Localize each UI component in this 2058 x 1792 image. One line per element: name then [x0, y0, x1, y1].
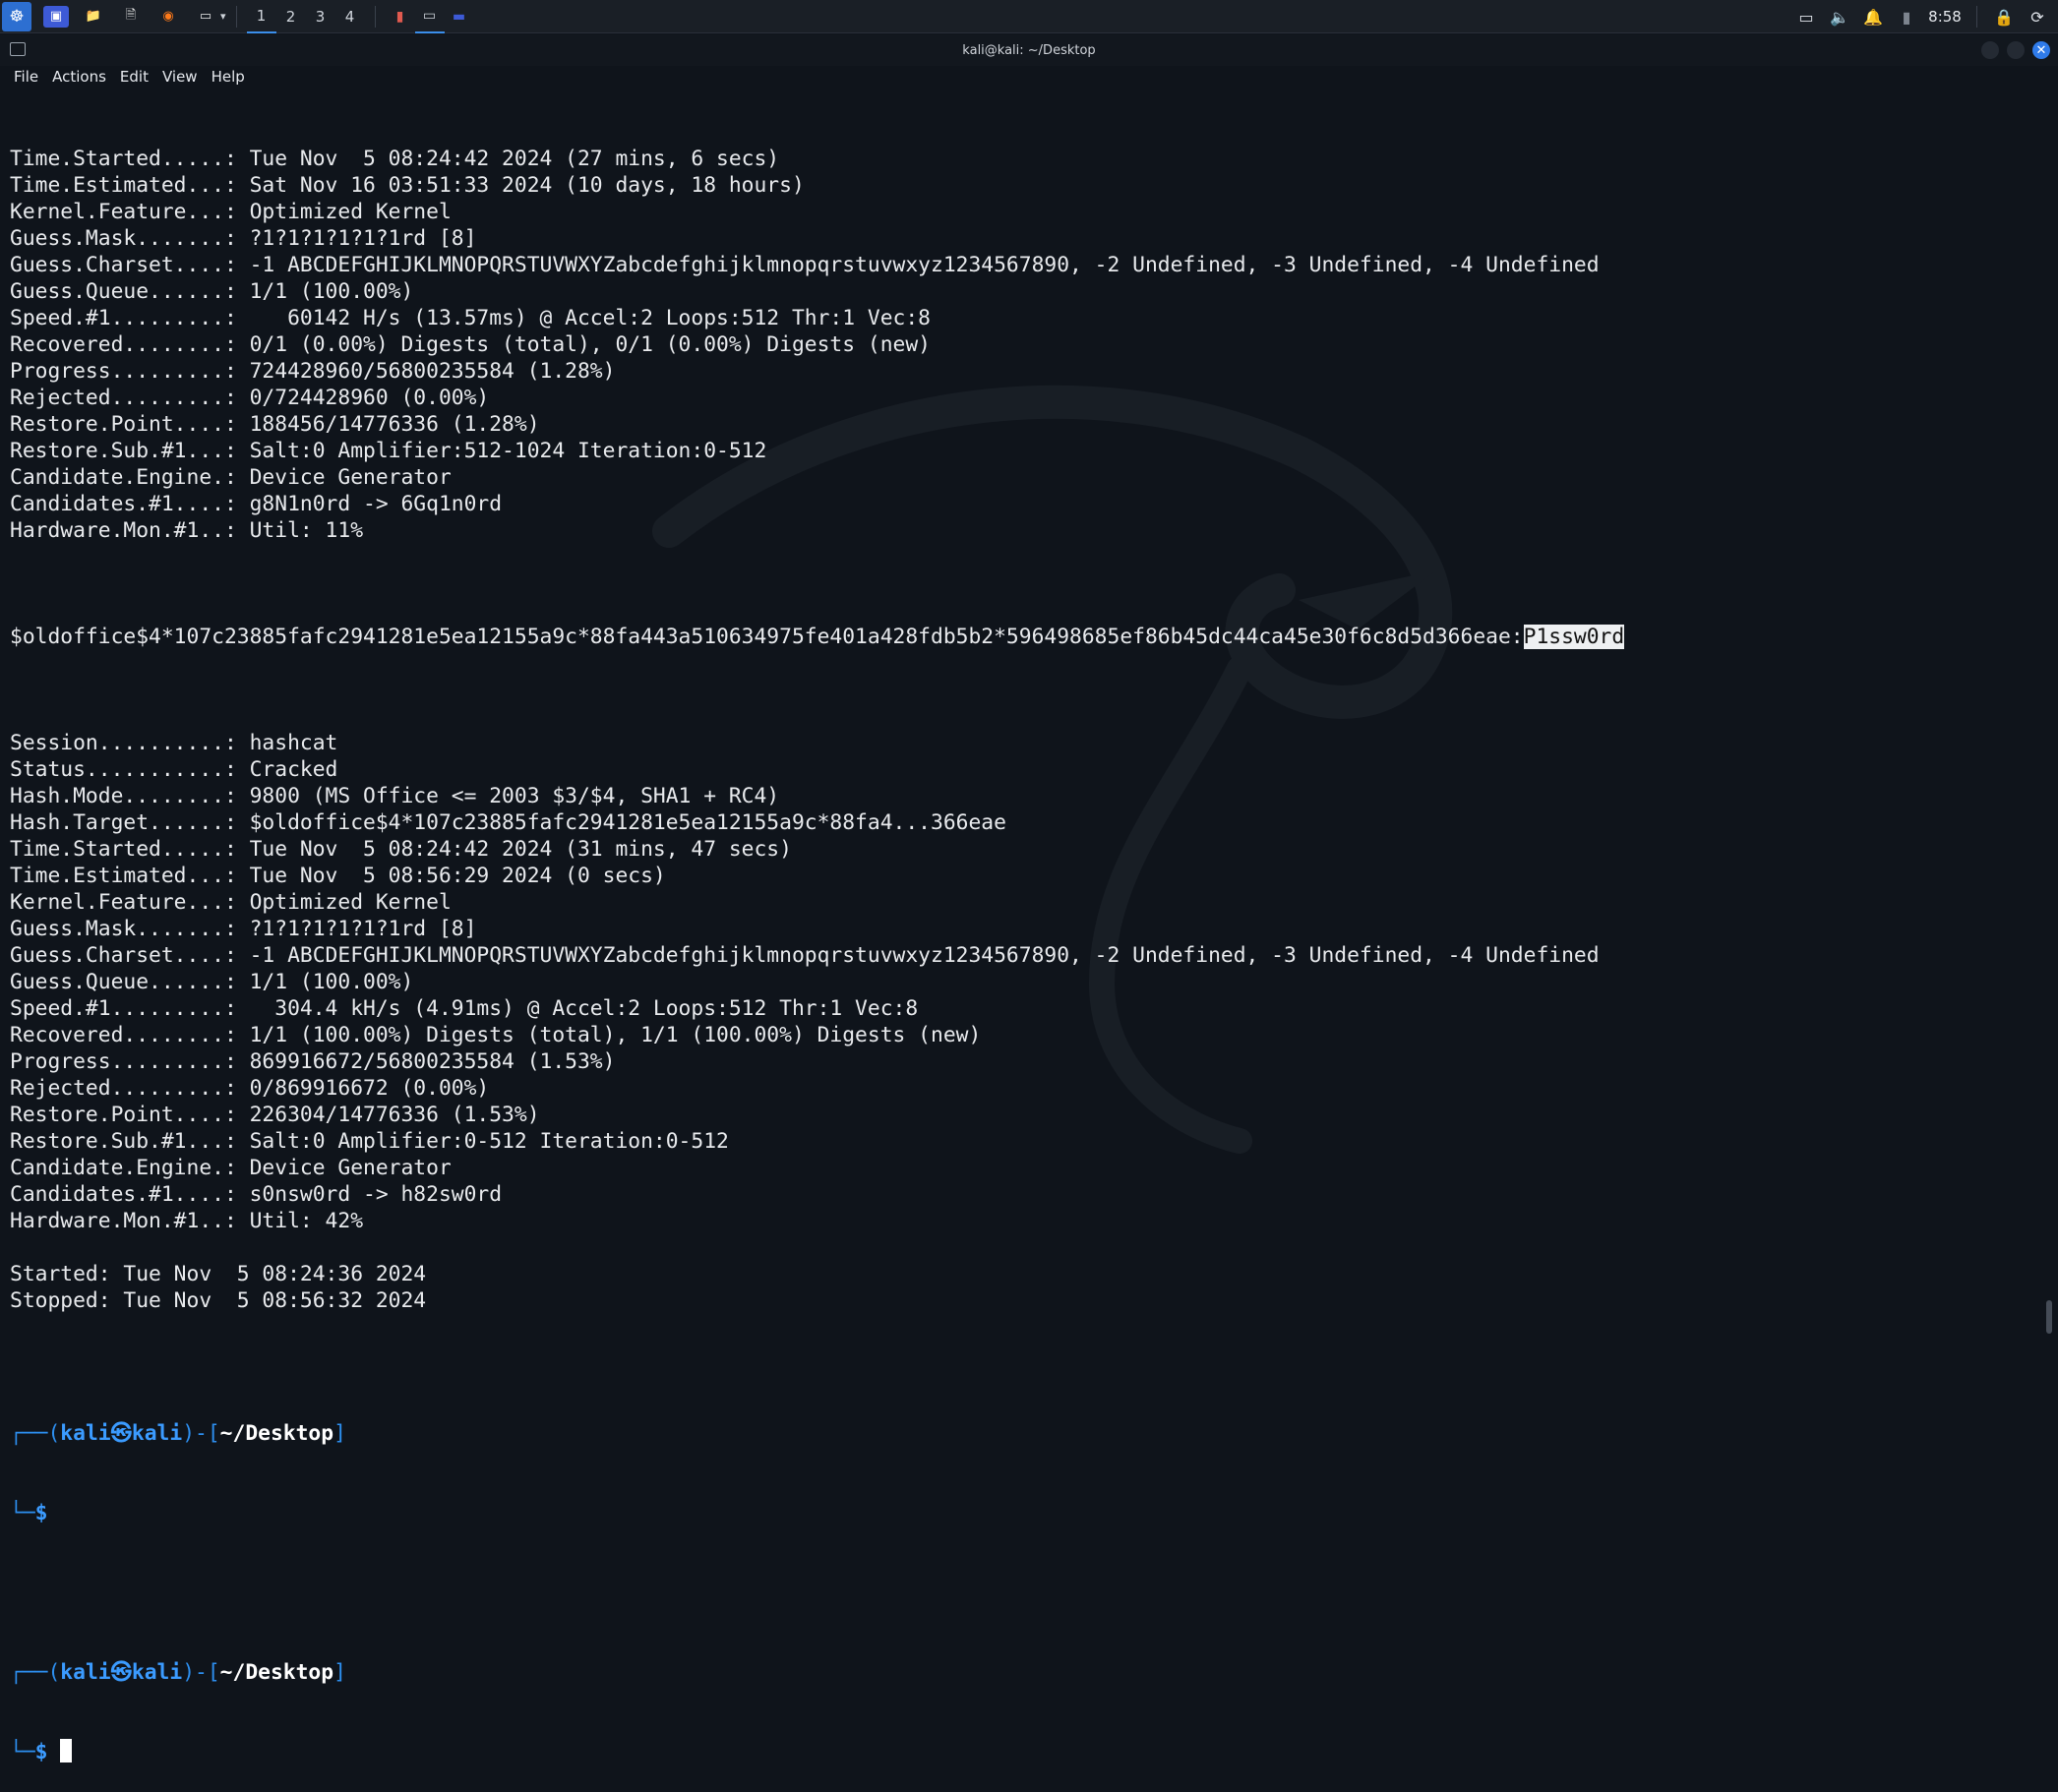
- terminal-line: Guess.Mask.......: ?1?1?1?1?1?1rd [8]: [10, 226, 477, 251]
- terminal-line: Hardware.Mon.#1..: Util: 11%: [10, 518, 364, 543]
- text-cursor: [60, 1739, 73, 1762]
- terminal-line: Restore.Sub.#1...: Salt:0 Amplifier:512-…: [10, 439, 767, 463]
- power-icon[interactable]: ⟳: [2021, 0, 2054, 33]
- menu-actions[interactable]: Actions: [52, 68, 115, 86]
- prompt-symbol: $: [34, 1501, 48, 1525]
- terminal-line: Guess.Charset....: -1 ABCDEFGHIJKLMNOPQR…: [10, 253, 1600, 277]
- hashcat-status-block-1: Time.Started.....: Tue Nov 5 08:24:42 20…: [10, 146, 2028, 570]
- terminal-line: Time.Estimated...: Tue Nov 5 08:56:29 20…: [10, 864, 666, 888]
- taskbar-terminal-icon[interactable]: ▭: [414, 0, 445, 33]
- menu-help[interactable]: Help: [212, 68, 254, 86]
- firefox-icon[interactable]: ◉: [155, 6, 181, 28]
- desktop-icon[interactable]: ▣: [43, 5, 69, 28]
- terminal-line: Guess.Queue......: 1/1 (100.00%): [10, 970, 414, 994]
- window-titlebar[interactable]: kali@kali: ~/Desktop ✕: [0, 34, 2058, 66]
- terminal-line: Hash.Mode........: 9800 (MS Office <= 20…: [10, 784, 780, 808]
- panel-separator: [374, 5, 376, 28]
- lock-icon[interactable]: 🔒: [1987, 0, 2021, 33]
- terminal-menubar: File Actions Edit View Help: [0, 66, 2058, 88]
- terminal-output[interactable]: Time.Started.....: Tue Nov 5 08:24:42 20…: [10, 92, 2028, 1764]
- taskbar-editor-icon[interactable]: ▮: [386, 0, 415, 33]
- terminal-line: Rejected.........: 0/869916672 (0.00%): [10, 1076, 490, 1101]
- text-editor-icon[interactable]: 🗎: [118, 6, 144, 28]
- panel-separator: [235, 5, 237, 28]
- hashcat-status-block-2: Session..........: hashcat Status........…: [10, 703, 2028, 1341]
- terminal-line: Hash.Target......: $oldoffice$4*107c2388…: [10, 810, 1006, 835]
- terminal-line: Time.Started.....: Tue Nov 5 08:24:42 20…: [10, 837, 792, 862]
- cracked-password: P1ssw0rd: [1523, 625, 1625, 649]
- terminal-window-icon: [10, 42, 26, 56]
- terminal-line: Candidates.#1....: g8N1n0rd -> 6Gq1n0rd: [10, 492, 503, 516]
- top-panel: ☸ ▣ 📁 🗎 ◉ ▭ ▾ 1 2 3 4 ▮ ▭ ▬ ▭ 🔈 🔔 ▮ 8:58…: [0, 0, 2058, 33]
- terminal-line: Time.Estimated...: Sat Nov 16 03:51:33 2…: [10, 173, 805, 198]
- menu-view[interactable]: View: [162, 68, 207, 86]
- terminal-line: Hardware.Mon.#1..: Util: 42%: [10, 1209, 364, 1233]
- terminal-line: Progress.........: 724428960/56800235584…: [10, 359, 616, 384]
- prompt-symbol: $: [34, 1740, 48, 1764]
- panel-separator: [1976, 6, 1977, 28]
- prompt-input-line-2[interactable]: └─$: [10, 1739, 2028, 1765]
- volume-icon[interactable]: 🔈: [1823, 0, 1856, 33]
- clock[interactable]: 8:58: [1923, 8, 1967, 26]
- terminal-line: Started: Tue Nov 5 08:24:36 2024: [10, 1262, 427, 1286]
- chevron-down-icon[interactable]: ▾: [220, 10, 226, 23]
- terminal-line: Guess.Queue......: 1/1 (100.00%): [10, 279, 414, 304]
- prompt-dir: ~/Desktop: [219, 1660, 334, 1685]
- workspace-4[interactable]: 4: [335, 0, 365, 33]
- workspace-3[interactable]: 3: [306, 0, 335, 33]
- taskbar-window-icon[interactable]: ▬: [445, 0, 474, 33]
- menu-edit[interactable]: Edit: [120, 68, 157, 86]
- terminal-line: Stopped: Tue Nov 5 08:56:32 2024: [10, 1288, 427, 1313]
- battery-icon[interactable]: ▮: [1890, 0, 1923, 33]
- notification-bell-icon[interactable]: 🔔: [1856, 0, 1890, 33]
- minimize-button[interactable]: [1981, 41, 1999, 59]
- workspace-1[interactable]: 1: [246, 0, 276, 33]
- terminal-line: Candidate.Engine.: Device Generator: [10, 465, 452, 490]
- prompt-line-1: ┌──(kali㉿kali)-[~/Desktop]: [10, 1421, 346, 1446]
- prompt-host: kali: [131, 1421, 183, 1446]
- hash-text: $oldoffice$4*107c23885fafc2941281e5ea121…: [10, 625, 1524, 649]
- cracked-hash-line: $oldoffice$4*107c23885fafc2941281e5ea121…: [10, 624, 2028, 650]
- prompt-line-2: ┌──(kali㉿kali)-[~/Desktop]: [10, 1660, 346, 1685]
- terminal-line: Restore.Point....: 188456/14776336 (1.28…: [10, 412, 540, 437]
- terminal-launcher-icon[interactable]: ▭: [193, 6, 218, 28]
- terminal-line: Time.Started.....: Tue Nov 5 08:24:42 20…: [10, 147, 780, 171]
- file-manager-icon[interactable]: 📁: [81, 6, 106, 28]
- terminal-line: Candidate.Engine.: Device Generator: [10, 1156, 452, 1180]
- workspace-2[interactable]: 2: [276, 0, 306, 33]
- close-button[interactable]: ✕: [2032, 41, 2050, 59]
- terminal-line: Speed.#1.........: 304.4 kH/s (4.91ms) @…: [10, 996, 919, 1021]
- terminal-line: Kernel.Feature...: Optimized Kernel: [10, 890, 452, 915]
- menu-file[interactable]: File: [14, 68, 47, 86]
- terminal-line: Rejected.........: 0/724428960 (0.00%): [10, 386, 490, 410]
- terminal-line: Recovered........: 1/1 (100.00%) Digests…: [10, 1023, 982, 1047]
- terminal-line: Speed.#1.........: 60142 H/s (13.57ms) @…: [10, 306, 931, 330]
- window-title: kali@kali: ~/Desktop: [962, 42, 1096, 58]
- terminal-line: Restore.Sub.#1...: Salt:0 Amplifier:0-51…: [10, 1129, 729, 1154]
- terminal-line: Guess.Charset....: -1 ABCDEFGHIJKLMNOPQR…: [10, 943, 1600, 968]
- prompt-user: kali: [60, 1660, 111, 1685]
- terminal-line: Guess.Mask.......: ?1?1?1?1?1?1rd [8]: [10, 917, 477, 941]
- terminal-scrollbar[interactable]: [2046, 1300, 2052, 1334]
- prompt-host: kali: [131, 1660, 183, 1685]
- prompt-input-line-1: └─$: [10, 1501, 48, 1525]
- terminal-line: Session..........: hashcat: [10, 731, 338, 755]
- terminal-line: Progress.........: 869916672/56800235584…: [10, 1049, 616, 1074]
- maximize-button[interactable]: [2007, 41, 2025, 59]
- terminal-line: Candidates.#1....: s0nsw0rd -> h82sw0rd: [10, 1182, 503, 1207]
- terminal-line: Status...........: Cracked: [10, 757, 338, 782]
- prompt-dir: ~/Desktop: [219, 1421, 334, 1446]
- display-icon[interactable]: ▭: [1789, 0, 1823, 33]
- kali-menu-icon[interactable]: ☸: [2, 1, 31, 31]
- terminal-line: Recovered........: 0/1 (0.00%) Digests (…: [10, 332, 931, 357]
- terminal-line: Kernel.Feature...: Optimized Kernel: [10, 200, 452, 224]
- prompt-user: kali: [60, 1421, 111, 1446]
- terminal-line: Restore.Point....: 226304/14776336 (1.53…: [10, 1103, 540, 1127]
